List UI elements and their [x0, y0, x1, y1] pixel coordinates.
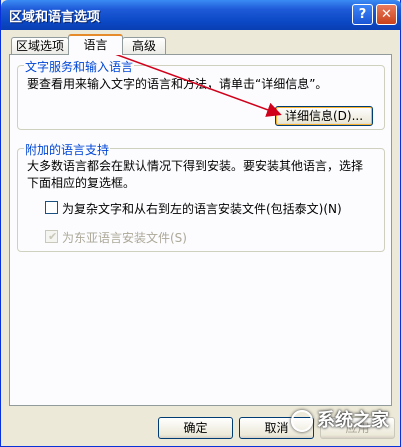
complex-script-label: 为复杂文字和从右到左的语言安装文件(包括泰文)(N)	[62, 202, 342, 216]
text-services-legend: 文字服务和输入语言	[24, 58, 135, 75]
details-button[interactable]: 详细信息(D)...	[275, 106, 373, 126]
tab-languages[interactable]: 语言	[68, 34, 123, 55]
watermark-text: 系统之家	[317, 410, 389, 431]
east-asian-label: 为东亚语言安装文件(S)	[62, 231, 187, 245]
complex-script-checkbox[interactable]	[45, 201, 58, 214]
watermark: 系统之家	[291, 406, 389, 432]
text-services-description: 要查看用来输入文字的语言和方法，请单击“详细信息”。	[27, 77, 328, 91]
tab-regional-options[interactable]: 区域选项	[11, 37, 69, 54]
supplemental-description-line1: 大多数语言都会在默认情况下得到安装。要安装其他语言，选择	[27, 159, 364, 173]
check-icon: ✔	[48, 230, 58, 243]
supplemental-language-group: 附加的语言支持 大多数语言都会在默认情况下得到安装。要安装其他语言，选择 下面相…	[17, 141, 385, 252]
tab-advanced[interactable]: 高级	[122, 37, 166, 54]
watermark-logo-icon	[291, 410, 313, 432]
tab-panel: 文字服务和输入语言 要查看用来输入文字的语言和方法，请单击“详细信息”。 详细信…	[9, 54, 392, 406]
help-button[interactable]: ?	[352, 4, 373, 25]
dialog-window: 区域和语言选项 ? ✕ 区域选项 语言 高级 文字服务和输入语言 要查看用来输入…	[0, 0, 401, 447]
supplemental-legend: 附加的语言支持	[24, 141, 111, 158]
ok-button[interactable]: 确定	[158, 417, 233, 439]
title-bar[interactable]: 区域和语言选项 ? ✕	[1, 0, 401, 30]
supplemental-description-line2: 下面相应的复选框。	[27, 176, 136, 190]
east-asian-checkbox: ✔	[45, 230, 58, 243]
window-title: 区域和语言选项	[9, 10, 101, 25]
close-button[interactable]: ✕	[376, 4, 397, 25]
